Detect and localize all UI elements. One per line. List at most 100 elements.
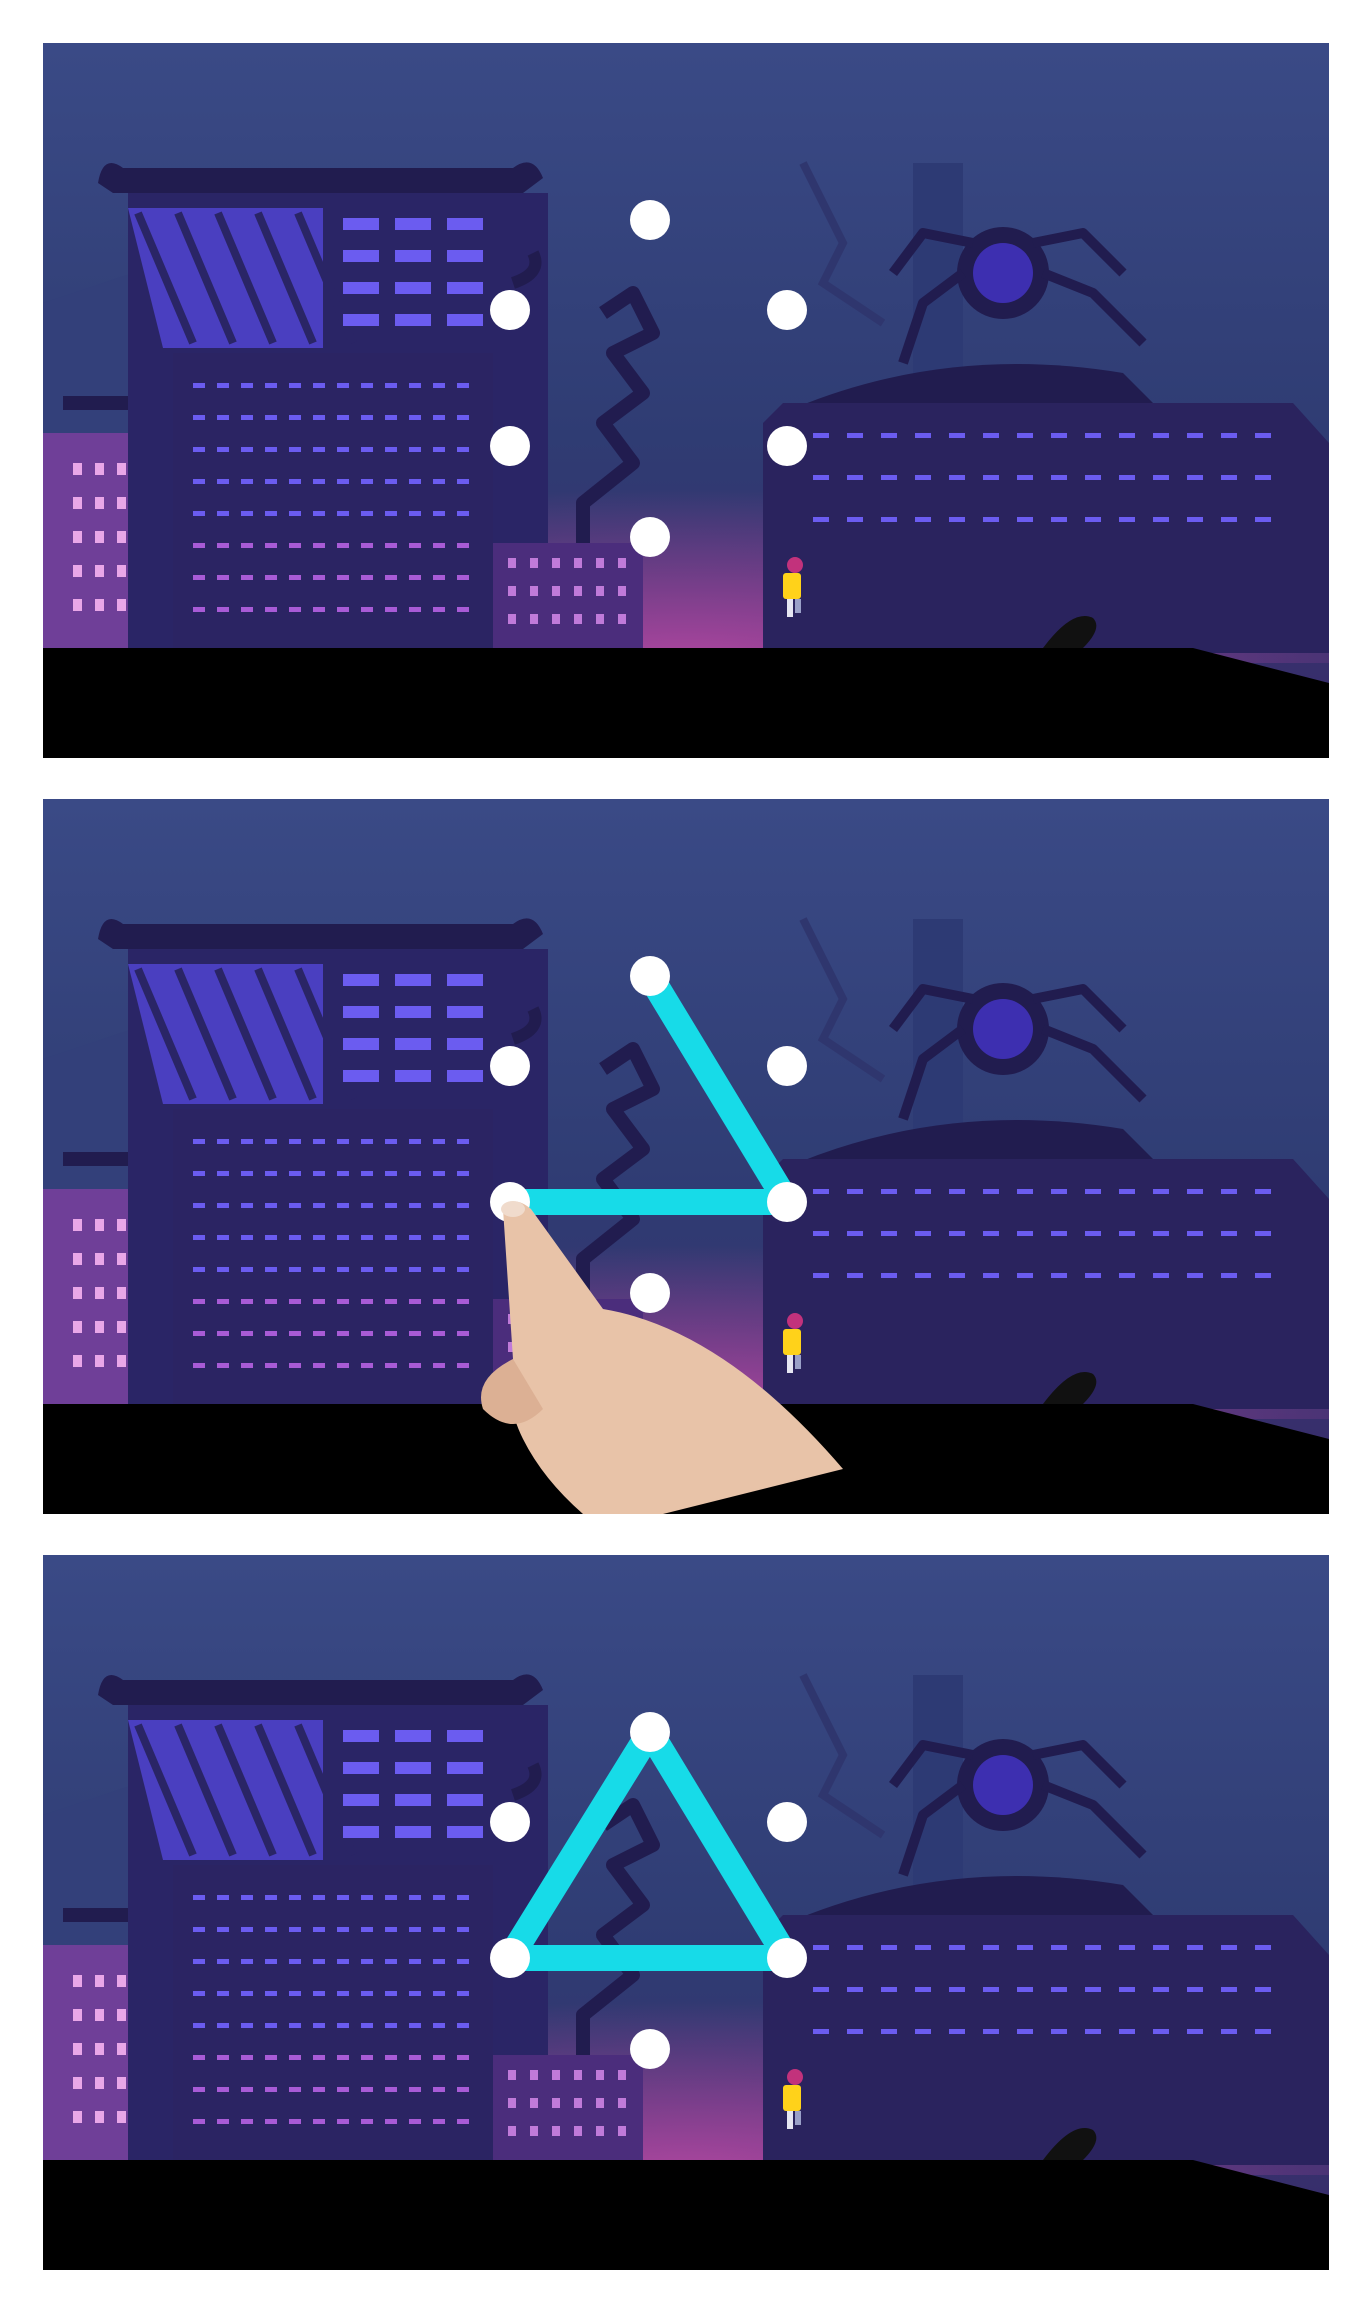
window: [337, 1927, 349, 1932]
gesture-dot: [490, 1046, 530, 1086]
window: [457, 1959, 469, 1964]
runner-head: [787, 2069, 803, 2085]
window: [343, 1070, 379, 1082]
window: [983, 475, 999, 480]
window: [343, 1038, 379, 1050]
window: [385, 1927, 397, 1932]
window: [1221, 475, 1237, 480]
window: [385, 1139, 397, 1144]
window: [361, 1363, 373, 1368]
window: [313, 607, 325, 612]
window: [1221, 2029, 1237, 2034]
window: [447, 314, 483, 326]
window: [447, 218, 483, 230]
gesture-dot: [767, 1046, 807, 1086]
window: [813, 1273, 829, 1278]
window: [574, 2126, 582, 2136]
window: [289, 2023, 301, 2028]
window: [117, 2111, 126, 2123]
window: [289, 1959, 301, 1964]
window: [217, 479, 229, 484]
window: [313, 415, 325, 420]
window: [409, 1895, 421, 1900]
window: [95, 2043, 104, 2055]
window: [337, 479, 349, 484]
window: [217, 607, 229, 612]
window: [337, 447, 349, 452]
window: [1153, 1945, 1169, 1950]
window: [596, 614, 604, 624]
window: [193, 1959, 205, 1964]
window: [385, 2023, 397, 2028]
window: [289, 1139, 301, 1144]
window: [265, 415, 277, 420]
runner-head: [787, 1313, 803, 1329]
window: [1255, 517, 1271, 522]
window: [596, 2098, 604, 2108]
window: [433, 1331, 445, 1336]
window: [117, 2009, 126, 2021]
tutorial-panel-step-2: [43, 799, 1329, 1514]
window: [117, 463, 126, 475]
window: [337, 2023, 349, 2028]
window: [409, 1927, 421, 1932]
window: [385, 1331, 397, 1336]
window: [409, 511, 421, 516]
window: [1119, 1945, 1135, 1950]
window: [73, 2043, 82, 2055]
window: [847, 2029, 863, 2034]
window: [193, 2119, 205, 2124]
window: [457, 1895, 469, 1900]
window: [881, 433, 897, 438]
tutorial-panel-step-3: [43, 1555, 1329, 2270]
window: [433, 447, 445, 452]
window: [433, 1267, 445, 1272]
window: [1051, 517, 1067, 522]
window: [457, 479, 469, 484]
window: [1187, 1189, 1203, 1194]
window: [361, 575, 373, 580]
window: [1153, 1231, 1169, 1236]
window: [409, 1139, 421, 1144]
window: [265, 447, 277, 452]
window: [433, 2119, 445, 2124]
window: [385, 575, 397, 580]
window: [337, 1267, 349, 1272]
window: [1085, 1987, 1101, 1992]
window: [813, 1987, 829, 1992]
window: [983, 1231, 999, 1236]
window: [337, 415, 349, 420]
ground: [43, 648, 1329, 758]
window: [265, 479, 277, 484]
window: [1153, 1987, 1169, 1992]
window: [217, 1139, 229, 1144]
window: [409, 2055, 421, 2060]
window: [265, 607, 277, 612]
window: [574, 558, 582, 568]
window: [241, 1331, 253, 1336]
window: [447, 1070, 483, 1082]
window: [530, 2098, 538, 2108]
window: [447, 1730, 483, 1742]
window: [433, 543, 445, 548]
window: [95, 463, 104, 475]
window: [1085, 517, 1101, 522]
window: [361, 1895, 373, 1900]
window: [361, 415, 373, 420]
window: [73, 2077, 82, 2089]
window: [265, 1959, 277, 1964]
window: [361, 2087, 373, 2092]
window: [813, 2029, 829, 2034]
window: [241, 447, 253, 452]
gesture-dot: [490, 1938, 530, 1978]
window: [1017, 1189, 1033, 1194]
window: [433, 1363, 445, 1368]
window: [385, 1991, 397, 1996]
window: [508, 558, 516, 568]
window: [915, 1273, 931, 1278]
window: [289, 511, 301, 516]
window: [265, 1927, 277, 1932]
window: [409, 1331, 421, 1336]
window: [447, 1006, 483, 1018]
window: [949, 475, 965, 480]
